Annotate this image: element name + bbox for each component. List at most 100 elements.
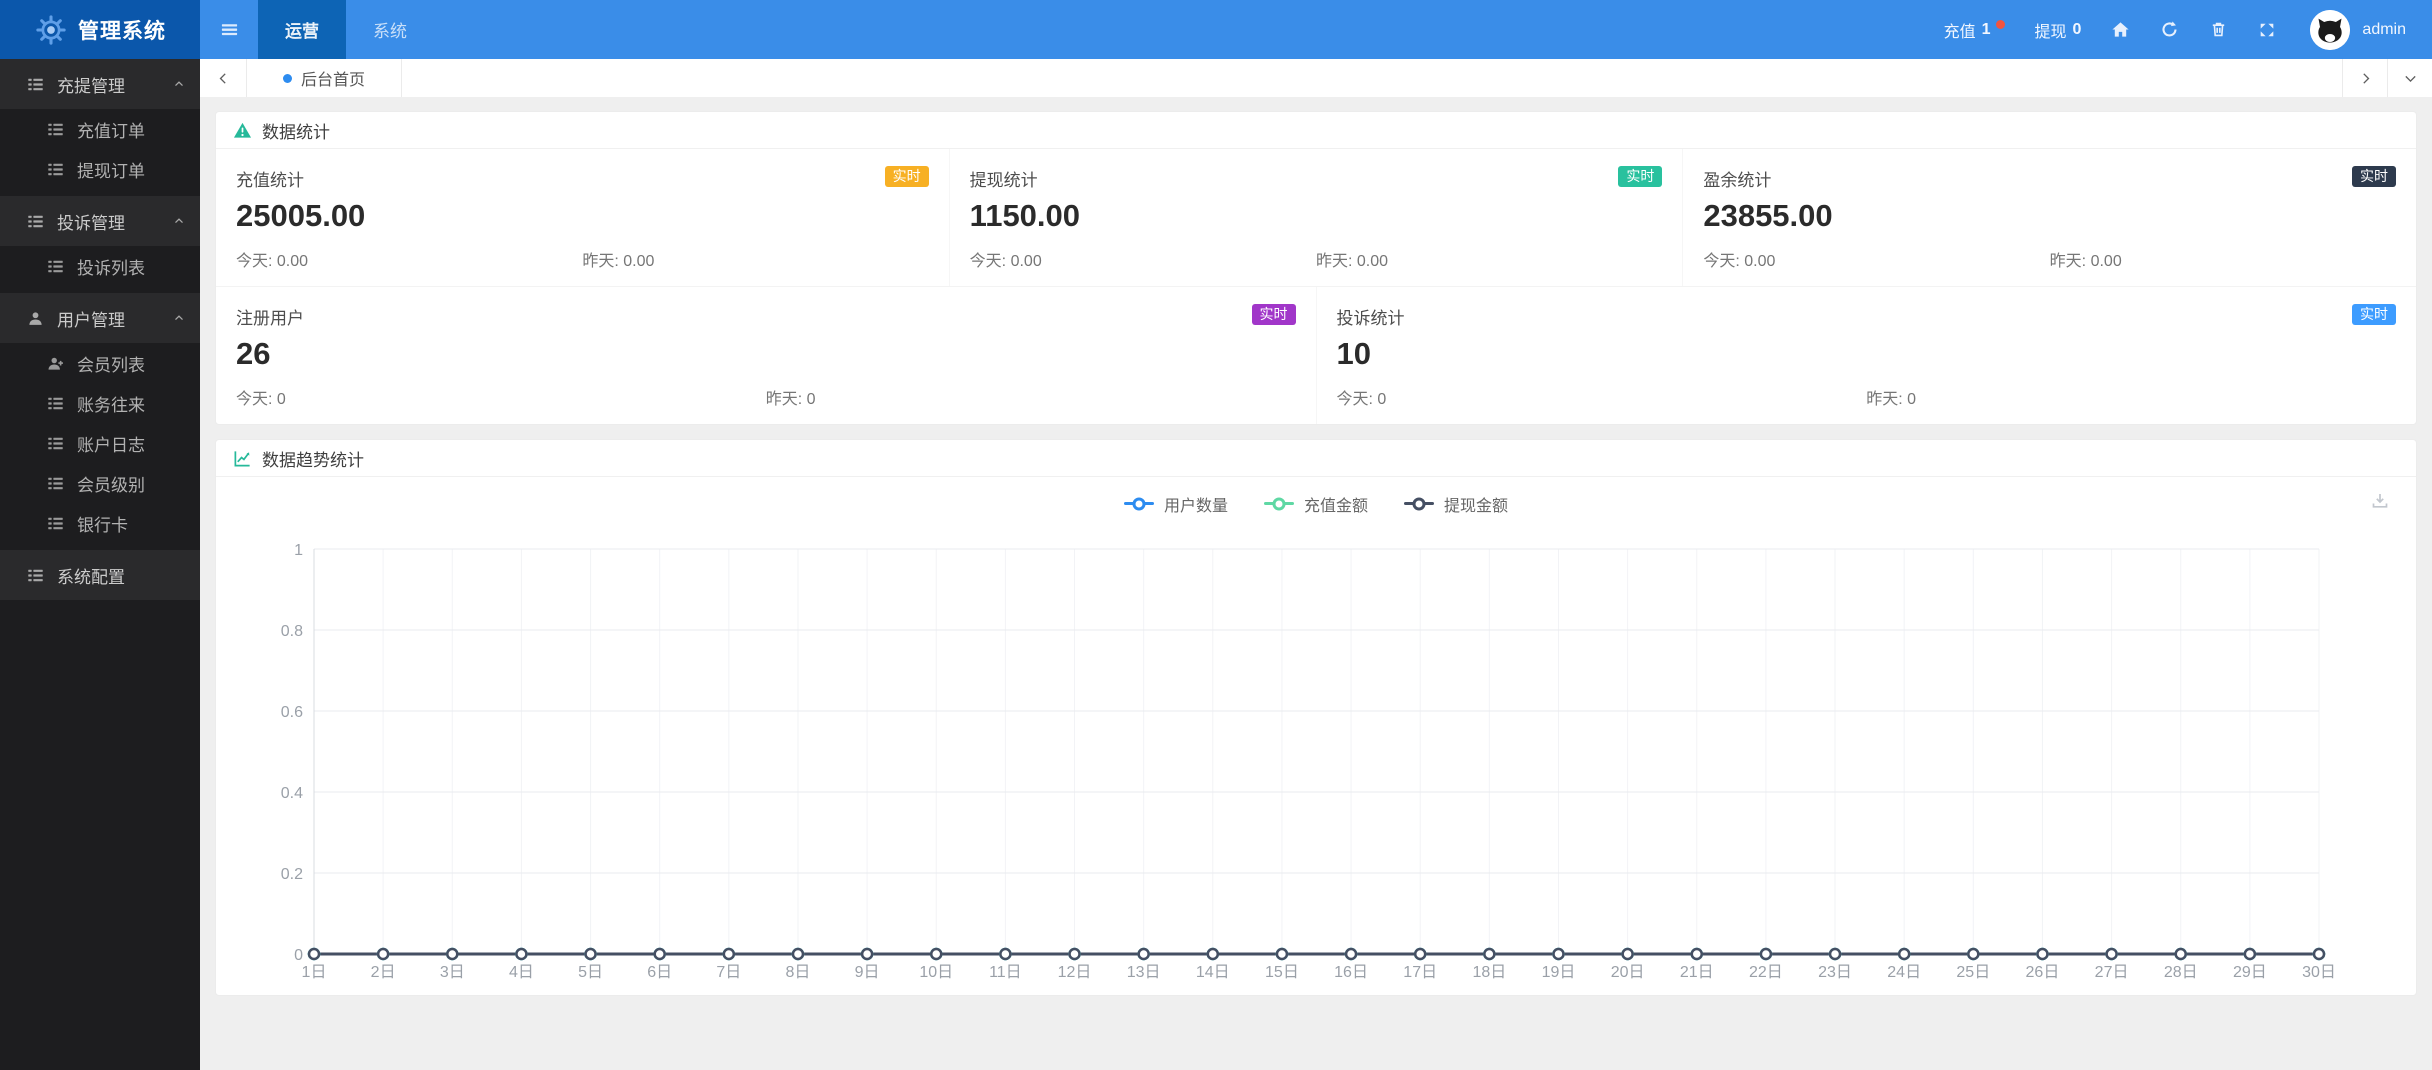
- list-icon: [47, 395, 64, 412]
- legend-marker: [1263, 497, 1294, 511]
- download-button[interactable]: [2370, 491, 2390, 511]
- svg-text:29日: 29日: [2233, 964, 2267, 981]
- stat-today: 今天: 0.00: [236, 253, 309, 270]
- svg-text:16日: 16日: [1334, 964, 1368, 981]
- svg-text:20日: 20日: [1611, 964, 1645, 981]
- stat-yesterday: 昨天: 0: [765, 391, 816, 408]
- stat-today: 今天: 0.00: [969, 253, 1042, 270]
- sidebar-section-system-config[interactable]: 系统配置: [0, 550, 200, 600]
- tab-controls: [2342, 59, 2432, 97]
- tab-forward-button[interactable]: [2342, 59, 2387, 97]
- sidebar-item-bank-cards[interactable]: 银行卡: [0, 503, 200, 543]
- sidebar-item-withdraw-orders[interactable]: 提现订单: [0, 149, 200, 189]
- svg-text:1: 1: [294, 542, 303, 559]
- withdraw-count: 0: [2072, 20, 2082, 38]
- sidebar: 充提管理 充值订单 提现订单 投诉管理 投诉列表 用户管理 会员列表 账务往来 …: [0, 59, 200, 1070]
- list-icon: [47, 515, 64, 532]
- brand-title: 管理系统: [78, 19, 166, 43]
- sidebar-item-complaint-list[interactable]: 投诉列表: [0, 246, 200, 286]
- stat-card-complaints: 投诉统计 实时 10 今天: 0 昨天: 0: [1317, 287, 2417, 424]
- trash-icon: [2209, 20, 2228, 39]
- user-plus-icon: [47, 355, 64, 372]
- recharge-link[interactable]: 充值 1: [1944, 18, 2005, 42]
- username[interactable]: admin: [2362, 21, 2406, 39]
- list-icon: [27, 567, 44, 584]
- active-tab-dot: [283, 73, 292, 83]
- refresh-button[interactable]: [2160, 20, 2179, 39]
- list-icon: [47, 161, 64, 178]
- svg-text:25日: 25日: [1956, 964, 1990, 981]
- chart-panel: 数据趋势统计 用户数量 充值金额 提现金额 1日 2日 3日 4日 5日 6日 7日 8日 9日 10…: [215, 439, 2417, 996]
- stats-panel: 数据统计 充值统计 实时 25005.00 今天: 0.00 昨天: 0.00: [215, 111, 2417, 425]
- nav-item-operations[interactable]: 运营: [258, 0, 346, 59]
- svg-text:6日: 6日: [647, 964, 672, 981]
- fullscreen-button[interactable]: [2258, 21, 2276, 39]
- fullscreen-icon: [2258, 21, 2276, 39]
- stat-label: 注册用户: [236, 309, 304, 328]
- stat-label: 充值统计: [236, 171, 304, 190]
- avatar[interactable]: [2310, 9, 2351, 50]
- legend-item[interactable]: 充值金额: [1263, 492, 1368, 516]
- chevron-right-icon: [2357, 70, 2374, 87]
- sidebar-item-member-levels[interactable]: 会员级别: [0, 463, 200, 503]
- svg-text:30日: 30日: [2302, 964, 2336, 981]
- stat-yesterday: 昨天: 0.00: [1316, 253, 1389, 270]
- svg-text:8日: 8日: [786, 964, 811, 981]
- chevron-up-icon: [172, 214, 186, 228]
- sidebar-section-users[interactable]: 用户管理: [0, 293, 200, 343]
- page: 数据统计 充值统计 实时 25005.00 今天: 0.00 昨天: 0.00: [200, 97, 2432, 1070]
- sidebar-item-transactions[interactable]: 账务往来: [0, 383, 200, 423]
- svg-text:12日: 12日: [1058, 964, 1092, 981]
- svg-text:4日: 4日: [509, 964, 534, 981]
- sidebar-toggle-button[interactable]: [200, 0, 258, 59]
- sidebar-section-complaints[interactable]: 投诉管理: [0, 196, 200, 246]
- topbar-right: 充值 1 提现 0 admin: [1914, 0, 2432, 59]
- stat-card-withdraw: 提现统计 实时 1150.00 今天: 0.00 昨天: 0.00: [950, 149, 1684, 286]
- stat-label: 盈余统计: [1703, 171, 1772, 190]
- svg-text:17日: 17日: [1403, 964, 1437, 981]
- sidebar-submenu-complaints: 投诉列表: [0, 246, 200, 293]
- recharge-count: 1: [1981, 20, 1991, 38]
- home-icon: [2111, 20, 2130, 39]
- list-icon: [47, 435, 64, 452]
- stat-value: 1150.00: [969, 198, 1081, 233]
- tab-menu-button[interactable]: [2387, 59, 2432, 97]
- sidebar-submenu-funds: 充值订单 提现订单: [0, 109, 200, 196]
- stats-row-1: 充值统计 实时 25005.00 今天: 0.00 昨天: 0.00 提现统计 …: [216, 149, 2416, 286]
- sidebar-item-recharge-orders[interactable]: 充值订单: [0, 109, 200, 149]
- legend-marker: [1404, 497, 1434, 511]
- sidebar-section-funds[interactable]: 充提管理: [0, 59, 200, 109]
- chevron-down-icon: [2402, 70, 2419, 87]
- svg-text:7日: 7日: [716, 964, 741, 981]
- svg-text:5日: 5日: [578, 964, 603, 981]
- stat-value: 10: [1336, 336, 1371, 371]
- topbar: 管理系统 运营 系统 充值 1 提现 0 admin: [0, 0, 2432, 59]
- chart-body: 用户数量 充值金额 提现金额 1日 2日 3日 4日 5日 6日 7日 8日 9日 10日 11日 12日…: [216, 477, 2416, 995]
- realtime-badge: 实时: [2352, 166, 2397, 188]
- svg-text:14日: 14日: [1196, 964, 1230, 981]
- stats-panel-header: 数据统计: [216, 112, 2416, 149]
- stat-card-registered-users: 注册用户 实时 26 今天: 0 昨天: 0: [216, 287, 1317, 424]
- tab-home[interactable]: 后台首页: [247, 59, 403, 97]
- withdraw-link[interactable]: 提现 0: [2035, 18, 2082, 42]
- brand[interactable]: 管理系统: [0, 0, 200, 59]
- svg-text:0.6: 0.6: [281, 704, 303, 721]
- list-icon: [47, 475, 64, 492]
- cat-avatar-image: [2310, 10, 2350, 50]
- sidebar-item-account-logs[interactable]: 账户日志: [0, 423, 200, 463]
- tab-back-button[interactable]: [200, 59, 247, 97]
- home-button[interactable]: [2111, 20, 2130, 39]
- stat-today: 今天: 0: [236, 391, 286, 408]
- sidebar-item-member-list[interactable]: 会员列表: [0, 343, 200, 383]
- clear-cache-button[interactable]: [2209, 20, 2228, 39]
- svg-text:13日: 13日: [1127, 964, 1161, 981]
- svg-text:18日: 18日: [1472, 964, 1506, 981]
- legend-item[interactable]: 提现金额: [1404, 492, 1508, 516]
- chevron-up-icon: [172, 311, 186, 325]
- chevron-up-icon: [172, 77, 186, 91]
- legend-item[interactable]: 用户数量: [1123, 492, 1228, 516]
- chevron-left-icon: [215, 70, 232, 87]
- nav-item-system[interactable]: 系统: [346, 0, 434, 59]
- download-icon: [2370, 491, 2390, 511]
- chart-panel-header: 数据趋势统计: [216, 440, 2416, 477]
